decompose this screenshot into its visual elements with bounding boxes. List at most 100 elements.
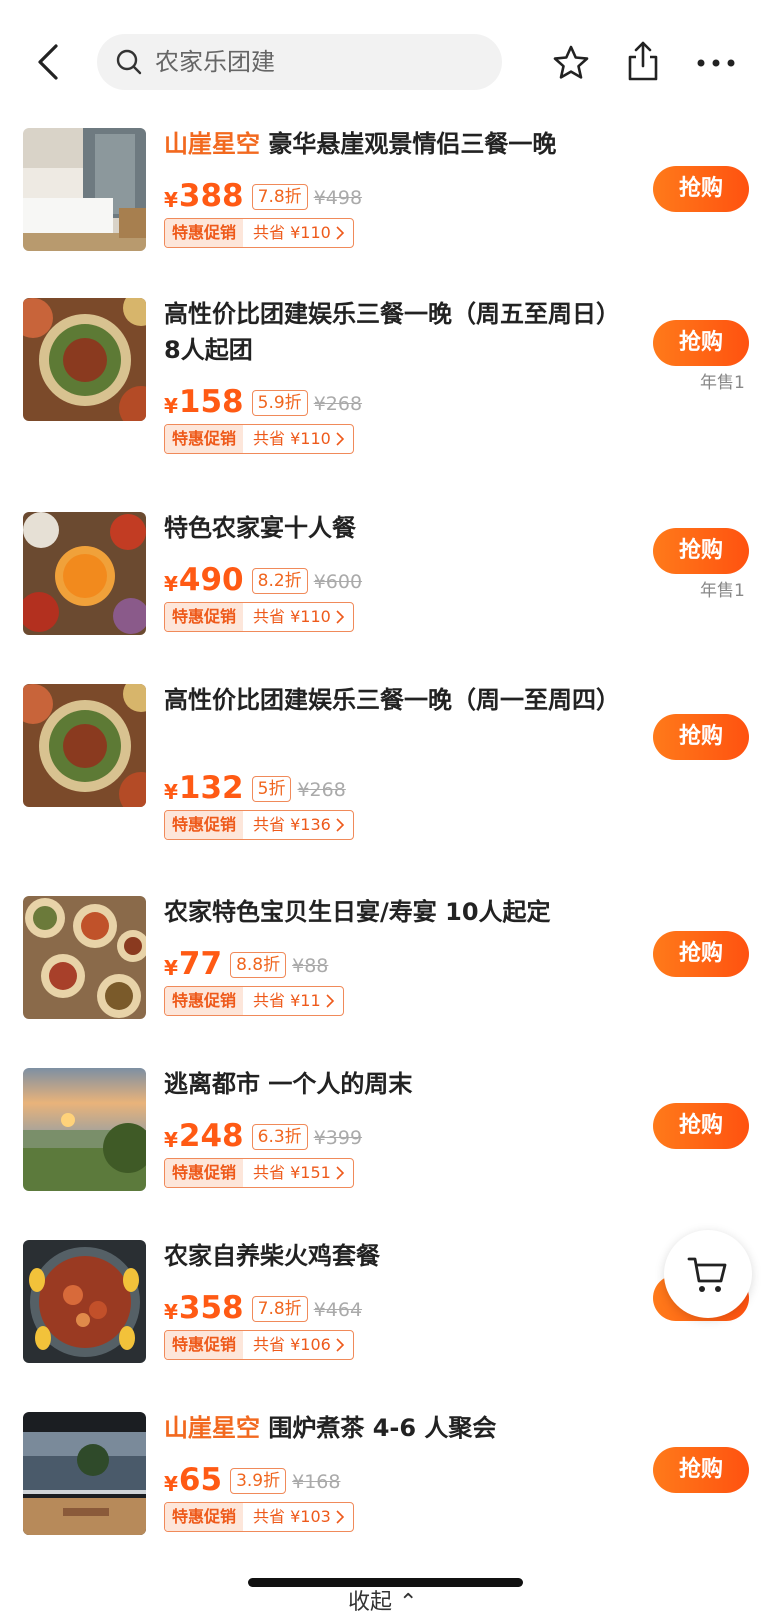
price-row: ¥248 6.3折 ¥399 <box>164 1114 362 1154</box>
buy-button[interactable]: 抢购 <box>653 320 749 366</box>
product-title: 高性价比团建娱乐三餐一晚（周一至周四） <box>164 686 620 714</box>
buy-button[interactable]: 抢购 <box>653 1447 749 1493</box>
promo-label: 特惠促销 <box>165 1503 244 1531</box>
original-price: ¥168 <box>292 1471 341 1493</box>
current-price: ¥77 <box>164 946 222 982</box>
promo-tag[interactable]: 特惠促销 共省 ¥136 <box>164 810 354 840</box>
product-image-feast[interactable] <box>23 512 146 635</box>
discount-badge: 8.8折 <box>230 952 287 978</box>
product-image-sunset[interactable] <box>23 1068 146 1191</box>
currency-symbol: ¥ <box>164 1472 178 1496</box>
price-value: 388 <box>178 178 244 214</box>
current-price: ¥65 <box>164 1462 222 1498</box>
product-item[interactable]: 高性价比团建娱乐三餐一晚（周一至周四） ¥132 5折 ¥268 特惠促销 共省… <box>0 684 770 864</box>
product-image-food[interactable] <box>23 684 146 807</box>
promo-tag[interactable]: 特惠促销 共省 ¥103 <box>164 1502 354 1532</box>
back-arrow-icon[interactable] <box>30 40 70 84</box>
price-row: ¥77 8.8折 ¥88 <box>164 942 328 982</box>
product-item[interactable]: 山崖星空 豪华悬崖观景情侣三餐一晚 ¥388 7.8折 ¥498 特惠促销 共省… <box>0 128 770 278</box>
collapse-button[interactable]: 收起 ⌃ <box>348 1584 417 1616</box>
discount-badge: 8.2折 <box>251 568 308 594</box>
currency-symbol: ¥ <box>164 188 178 212</box>
buy-button[interactable]: 抢购 <box>653 931 749 977</box>
savings-text: 共省 ¥106 <box>253 1335 331 1354</box>
product-title: 农家自养柴火鸡套餐 <box>164 1242 380 1270</box>
product-image-banquet[interactable] <box>23 896 146 1019</box>
product-title: 山崖星空 豪华悬崖观景情侣三餐一晚 <box>164 126 614 162</box>
price-value: 77 <box>178 946 223 982</box>
product-image-terrace[interactable] <box>23 1412 146 1535</box>
promo-label: 特惠促销 <box>165 425 244 453</box>
brand-label: 山崖星空 <box>164 130 260 158</box>
more-options-icon[interactable] <box>696 58 736 68</box>
product-item[interactable]: 特色农家宴十人餐 ¥490 8.2折 ¥600 特惠促销 共省 ¥110 抢购 … <box>0 512 770 662</box>
shopping-cart-icon <box>687 1257 727 1292</box>
product-item[interactable]: 逃离都市 一个人的周末 ¥248 6.3折 ¥399 特惠促销 共省 ¥151 … <box>0 1068 770 1218</box>
chevron-right-icon <box>336 610 344 624</box>
discount-badge: 6.3折 <box>251 1124 308 1150</box>
annual-sales: 年售1 <box>700 581 745 601</box>
discount-badge: 5.9折 <box>251 390 308 416</box>
price-value: 248 <box>178 1118 244 1154</box>
promo-tag[interactable]: 特惠促销 共省 ¥11 <box>164 986 344 1016</box>
chevron-right-icon <box>336 1338 344 1352</box>
promo-label: 特惠促销 <box>165 1331 244 1359</box>
product-item[interactable]: 农家特色宝贝生日宴/寿宴 10人起定 ¥77 8.8折 ¥88 特惠促销 共省 … <box>0 896 770 1046</box>
original-price: ¥399 <box>313 1127 363 1149</box>
price-row: ¥388 7.8折 ¥498 <box>164 174 362 214</box>
savings-text: 共省 ¥151 <box>253 1163 331 1182</box>
product-title: 农家特色宝贝生日宴/寿宴 10人起定 <box>164 898 551 926</box>
price-value: 358 <box>178 1290 244 1326</box>
brand-label: 山崖星空 <box>164 1414 260 1442</box>
promo-label: 特惠促销 <box>165 987 244 1015</box>
price-row: ¥65 3.9折 ¥168 <box>164 1458 340 1498</box>
buy-button[interactable]: 抢购 <box>653 714 749 760</box>
product-image-chicken-pot[interactable] <box>23 1240 146 1363</box>
currency-symbol: ¥ <box>164 1128 178 1152</box>
product-title: 逃离都市 一个人的周末 <box>164 1070 413 1098</box>
chevron-right-icon <box>336 818 344 832</box>
original-price: ¥464 <box>313 1299 363 1321</box>
buy-button[interactable]: 抢购 <box>653 166 749 212</box>
promo-tag[interactable]: 特惠促销 共省 ¥151 <box>164 1158 354 1188</box>
product-image-food[interactable] <box>23 298 146 421</box>
current-price: ¥132 <box>164 770 244 806</box>
promo-tag[interactable]: 特惠促销 共省 ¥110 <box>164 218 354 248</box>
share-icon[interactable] <box>624 40 662 82</box>
current-price: ¥388 <box>164 178 244 214</box>
product-item[interactable]: 高性价比团建娱乐三餐一晚（周五至周日）8人起团 ¥158 5.9折 ¥268 特… <box>0 298 770 478</box>
favorite-star-icon[interactable] <box>552 44 590 82</box>
currency-symbol: ¥ <box>164 1300 178 1324</box>
original-price: ¥498 <box>313 187 363 209</box>
currency-symbol: ¥ <box>164 956 178 980</box>
annual-sales: 年售1 <box>700 373 745 393</box>
price-row: ¥490 8.2折 ¥600 <box>164 558 362 598</box>
discount-badge: 7.8折 <box>251 1296 308 1322</box>
search-input[interactable]: 农家乐团建 <box>97 34 502 90</box>
product-title-text: 围炉煮茶 4-6 人聚会 <box>268 1414 497 1442</box>
discount-badge: 7.8折 <box>251 184 308 210</box>
promo-tag[interactable]: 特惠促销 共省 ¥106 <box>164 1330 354 1360</box>
product-title: 特色农家宴十人餐 <box>164 514 356 542</box>
floating-cart-button[interactable] <box>664 1230 752 1318</box>
price-value: 158 <box>178 384 244 420</box>
buy-button[interactable]: 抢购 <box>653 1103 749 1149</box>
original-price: ¥88 <box>292 955 329 977</box>
current-price: ¥358 <box>164 1290 244 1326</box>
buy-button[interactable]: 抢购 <box>653 528 749 574</box>
promo-tag[interactable]: 特惠促销 共省 ¥110 <box>164 424 354 454</box>
savings-text: 共省 ¥110 <box>253 223 331 242</box>
chevron-right-icon <box>326 994 334 1008</box>
price-value: 490 <box>178 562 244 598</box>
price-row: ¥132 5折 ¥268 <box>164 766 346 806</box>
savings-text: 共省 ¥110 <box>253 429 331 448</box>
price-value: 132 <box>178 770 244 806</box>
product-image-room[interactable] <box>23 128 146 251</box>
product-title-text: 豪华悬崖观景情侣三餐一晚 <box>268 130 557 158</box>
product-item[interactable]: 农家自养柴火鸡套餐 ¥358 7.8折 ¥464 特惠促销 共省 ¥106 抢购 <box>0 1240 770 1390</box>
chevron-right-icon <box>336 1166 344 1180</box>
product-item[interactable]: 山崖星空 围炉煮茶 4-6 人聚会 ¥65 3.9折 ¥168 特惠促销 共省 … <box>0 1412 770 1562</box>
promo-label: 特惠促销 <box>165 603 244 631</box>
promo-tag[interactable]: 特惠促销 共省 ¥110 <box>164 602 354 632</box>
product-title: 山崖星空 围炉煮茶 4-6 人聚会 <box>164 1410 614 1446</box>
